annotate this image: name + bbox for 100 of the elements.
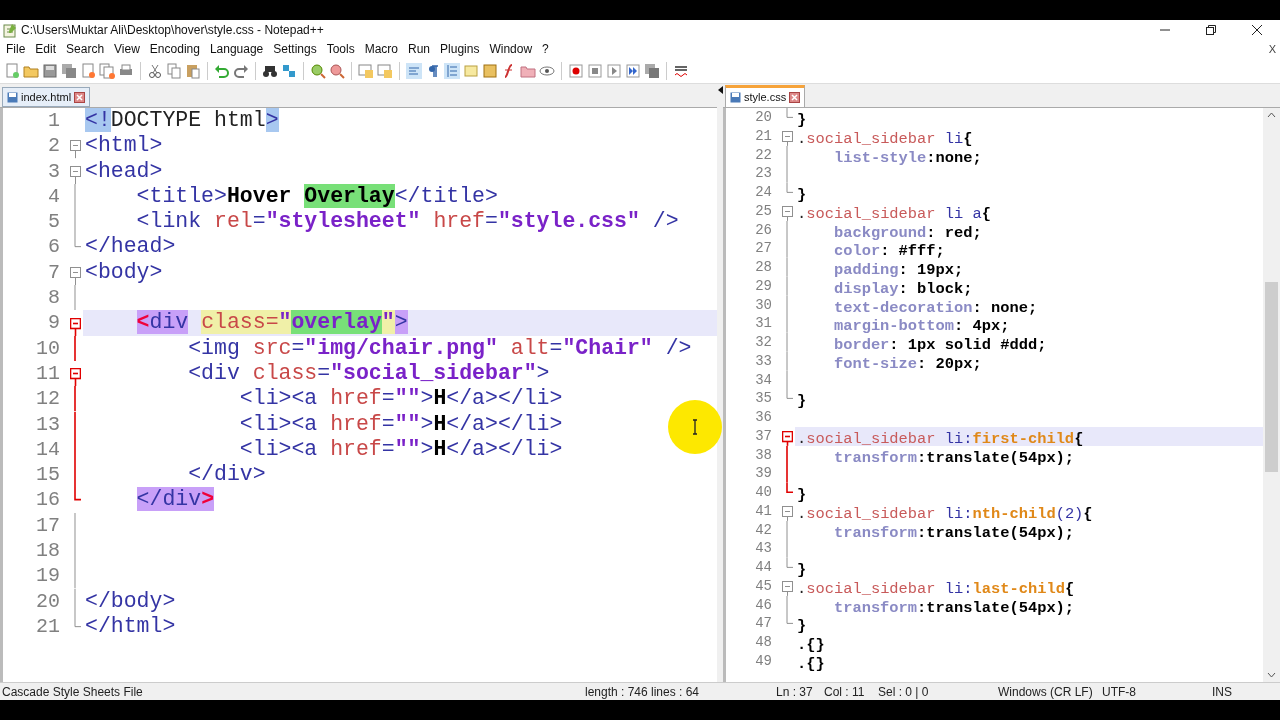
file-tab[interactable]: style.css	[725, 85, 806, 107]
code-line: <li><a href="">H</a></li>	[238, 411, 563, 436]
fold-toggle-icon[interactable]	[782, 130, 793, 146]
fold-toggle-icon[interactable]	[782, 580, 793, 596]
fold-toggle-icon[interactable]	[70, 266, 81, 286]
line-number: 47	[755, 615, 772, 632]
line-number: 20	[36, 589, 60, 613]
line-number: 41	[755, 502, 772, 519]
line-ending-label: Windows (CR LF)	[998, 683, 1094, 701]
menu-item[interactable]: View	[109, 40, 145, 58]
line-number: 7	[48, 260, 60, 284]
code-line: .social_sidebar li a{	[797, 204, 991, 223]
fold-toggle-icon[interactable]	[782, 430, 793, 446]
zoom-out-icon[interactable]	[329, 62, 345, 79]
close-document-button[interactable]: X	[1268, 40, 1276, 58]
code-line: <div class="social_sidebar">	[187, 360, 550, 385]
stop-icon[interactable]	[587, 62, 603, 79]
code-line: transform:translate(54px);	[832, 448, 1075, 467]
line-number: 31	[755, 315, 772, 332]
fold-toggle-icon[interactable]	[70, 165, 81, 184]
line-number: 44	[755, 559, 772, 575]
caret-icon[interactable]	[717, 86, 723, 94]
zoom-in-icon[interactable]	[310, 62, 326, 79]
code-line: .social_sidebar li:last-child{	[797, 579, 1075, 598]
copy-icon[interactable]	[166, 62, 182, 79]
fast-forward-icon[interactable]	[625, 62, 641, 79]
menu-item[interactable]: File	[1, 40, 31, 58]
line-number: 21	[36, 614, 60, 638]
fold-toggle-icon[interactable]	[782, 505, 793, 521]
line-number: 33	[755, 352, 772, 369]
code-line: <div class="overlay">	[135, 310, 408, 335]
word-wrap-icon[interactable]	[406, 62, 422, 79]
code-line: <title>Hover Overlay</title>	[135, 183, 498, 208]
save-macro-icon[interactable]	[644, 62, 660, 79]
line-number: 38	[755, 446, 772, 463]
code-line: <li><a href="">H</a></li>	[238, 436, 563, 461]
code-line: list-style:none;	[832, 148, 982, 167]
paste-icon[interactable]	[185, 62, 201, 79]
line-number: 40	[755, 484, 772, 500]
line-number: 42	[755, 521, 772, 538]
fold-toggle-icon[interactable]	[70, 317, 81, 336]
code-line: margin-bottom: 4px;	[832, 317, 1010, 336]
line-number: 10	[36, 336, 60, 360]
code-line: text-decoration: none;	[832, 298, 1038, 317]
line-number: 43	[755, 540, 772, 557]
code-line: padding: 19px;	[832, 261, 964, 279]
tab-label: index.html	[21, 89, 72, 105]
line-number: 25	[755, 202, 772, 219]
scrollbar-thumb[interactable]	[1265, 282, 1278, 472]
selection-label: Sel : 0 | 0	[878, 683, 930, 701]
code-line: }	[797, 111, 807, 129]
code-line: color: #fff;	[832, 242, 945, 261]
menu-item[interactable]: Macro	[359, 40, 403, 58]
fold-toggle-icon[interactable]	[782, 205, 793, 221]
cursor-highlight-drawing	[667, 399, 723, 455]
line-number: 27	[755, 240, 772, 257]
tab-label: style.css	[744, 90, 787, 106]
save-icon	[730, 92, 741, 103]
menu-item[interactable]: Search	[61, 40, 110, 58]
menu-item[interactable]: Window	[484, 40, 538, 58]
play-icon[interactable]	[606, 62, 622, 79]
line-number: 48	[755, 634, 772, 650]
menu-item[interactable]: Settings	[268, 40, 322, 58]
code-line: transform:translate(54px);	[832, 523, 1075, 542]
fold-toggle-icon[interactable]	[70, 140, 81, 159]
code-line: font-size: 20px;	[832, 354, 982, 373]
menu-item[interactable]: Edit	[30, 40, 62, 58]
line-number: 13	[36, 412, 60, 436]
record-icon[interactable]	[568, 62, 584, 79]
line-number: 29	[755, 277, 772, 294]
fold-toggle-icon[interactable]	[70, 368, 81, 387]
line-number: 8	[48, 286, 60, 310]
indent-guide-icon[interactable]	[444, 62, 460, 79]
line-number: 46	[755, 596, 772, 613]
code-line: <body>	[85, 259, 163, 284]
file-tab[interactable]: index.html	[2, 87, 91, 107]
sync-horizontal-icon[interactable]	[377, 62, 393, 79]
line-number: 1	[48, 109, 60, 132]
close-file-icon[interactable]	[80, 62, 96, 79]
menu-item[interactable]: Plugins	[435, 40, 485, 58]
redo-icon[interactable]	[233, 62, 249, 79]
line-number: 12	[36, 387, 60, 411]
lines-label: lines : 64	[651, 683, 701, 701]
code-line: transform:translate(54px);	[832, 598, 1075, 617]
column-label: Col : 11	[824, 683, 866, 701]
close-all-icon[interactable]	[99, 62, 115, 79]
code-line: </body>	[85, 588, 176, 613]
save-all-icon[interactable]	[61, 62, 77, 79]
menu-item[interactable]: Language	[204, 40, 269, 58]
save-icon[interactable]	[42, 62, 58, 79]
sync-vertical-icon[interactable]	[358, 62, 374, 79]
menu-item[interactable]: Tools	[321, 40, 360, 58]
menu-item[interactable]: ?	[537, 40, 554, 58]
menu-item[interactable]: Encoding	[144, 40, 205, 58]
menu-item[interactable]: Run	[403, 40, 436, 58]
scissors-icon[interactable]	[147, 62, 163, 79]
line-number: 2	[48, 134, 60, 158]
new-file-icon[interactable]	[4, 62, 20, 79]
line-number: 6	[48, 235, 60, 259]
line-number: 49	[755, 652, 772, 669]
